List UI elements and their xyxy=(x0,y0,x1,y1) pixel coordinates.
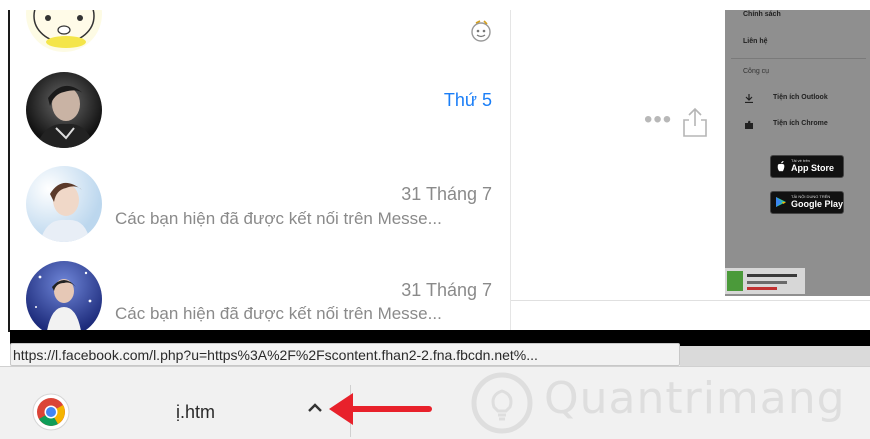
share-icon[interactable] xyxy=(681,106,709,138)
ad-logo xyxy=(727,271,743,291)
avatar xyxy=(26,261,102,330)
chat-preview: Các bạn hiện đã được kết nối trên Messe.… xyxy=(115,304,442,323)
emoji-reaction-icon xyxy=(471,20,491,42)
avatar xyxy=(26,166,102,242)
watermark-text: Quantrimang xyxy=(544,373,846,424)
watermark-logo-icon xyxy=(471,372,533,434)
sidebar-overlay: Chính sách Liên hệ Công cụ Tiện ích Outl… xyxy=(725,10,870,296)
app-store-label: App Store xyxy=(791,163,835,173)
conversation-panel: ••• xyxy=(510,10,870,330)
chat-item[interactable] xyxy=(10,10,510,52)
link-contact[interactable]: Liên hệ xyxy=(743,38,768,45)
tools-heading: Công cụ xyxy=(743,68,770,75)
chat-date: Thứ 5 xyxy=(443,90,492,110)
link-chrome-extension[interactable]: Tiện ích Chrome xyxy=(773,120,828,127)
chat-preview: Các bạn hiện đã được kết nối trên Messe.… xyxy=(115,209,442,228)
scrollbar-track[interactable] xyxy=(680,346,870,366)
apple-icon xyxy=(777,161,785,172)
more-options-icon[interactable]: ••• xyxy=(644,108,672,132)
chevron-up-icon[interactable] xyxy=(305,401,325,415)
ad-banner[interactable] xyxy=(725,268,805,294)
divider xyxy=(731,58,866,59)
red-arrow-annotation xyxy=(329,393,432,425)
download-file-name[interactable]: ị.htm xyxy=(176,402,215,423)
profile-photo-icon xyxy=(36,85,94,148)
ad-text-line xyxy=(747,281,787,284)
profile-photo-icon xyxy=(35,271,92,330)
ad-text-line xyxy=(747,287,777,290)
download-bar: ị.htm Quantrimang xyxy=(0,366,870,439)
chat-date: 31 Tháng 7 xyxy=(401,184,492,204)
watermark: Quantrimang xyxy=(470,367,845,437)
app-store-button[interactable]: Tải về trên App Store xyxy=(770,155,844,178)
avatar xyxy=(26,72,102,148)
google-play-icon xyxy=(776,197,786,207)
google-play-label: Google Play xyxy=(791,199,844,209)
chat-item[interactable]: 31 Tháng 7 Các bạn hiện đã được kết nối … xyxy=(10,162,510,252)
ad-text-line xyxy=(747,274,797,277)
chat-item[interactable]: Thứ 5 xyxy=(10,66,510,156)
status-bar-url: https://l.facebook.com/l.php?u=https%3A%… xyxy=(10,343,680,366)
avatar-sticker xyxy=(26,10,102,52)
link-outlook-extension[interactable]: Tiện ích Outlook xyxy=(773,94,828,101)
chat-date: 31 Tháng 7 xyxy=(401,280,492,300)
google-play-button[interactable]: TẢI NỘI DUNG TRÊN Google Play xyxy=(770,191,844,214)
link-policy[interactable]: Chính sách xyxy=(743,11,781,18)
divider xyxy=(511,300,870,301)
messenger-chat-list[interactable]: Thứ 5 31 Tháng 7 Các bạn hiện đã được kế… xyxy=(10,10,510,330)
download-icon xyxy=(745,94,753,103)
screenshot-frame: Thứ 5 31 Tháng 7 Các bạn hiện đã được kế… xyxy=(0,0,870,439)
profile-photo-icon xyxy=(40,182,90,242)
cartoon-face-icon xyxy=(33,10,95,48)
chat-item[interactable]: 31 Tháng 7 Các bạn hiện đã được kết nối … xyxy=(10,258,510,330)
puzzle-icon xyxy=(745,120,753,129)
chrome-icon[interactable] xyxy=(32,393,70,431)
